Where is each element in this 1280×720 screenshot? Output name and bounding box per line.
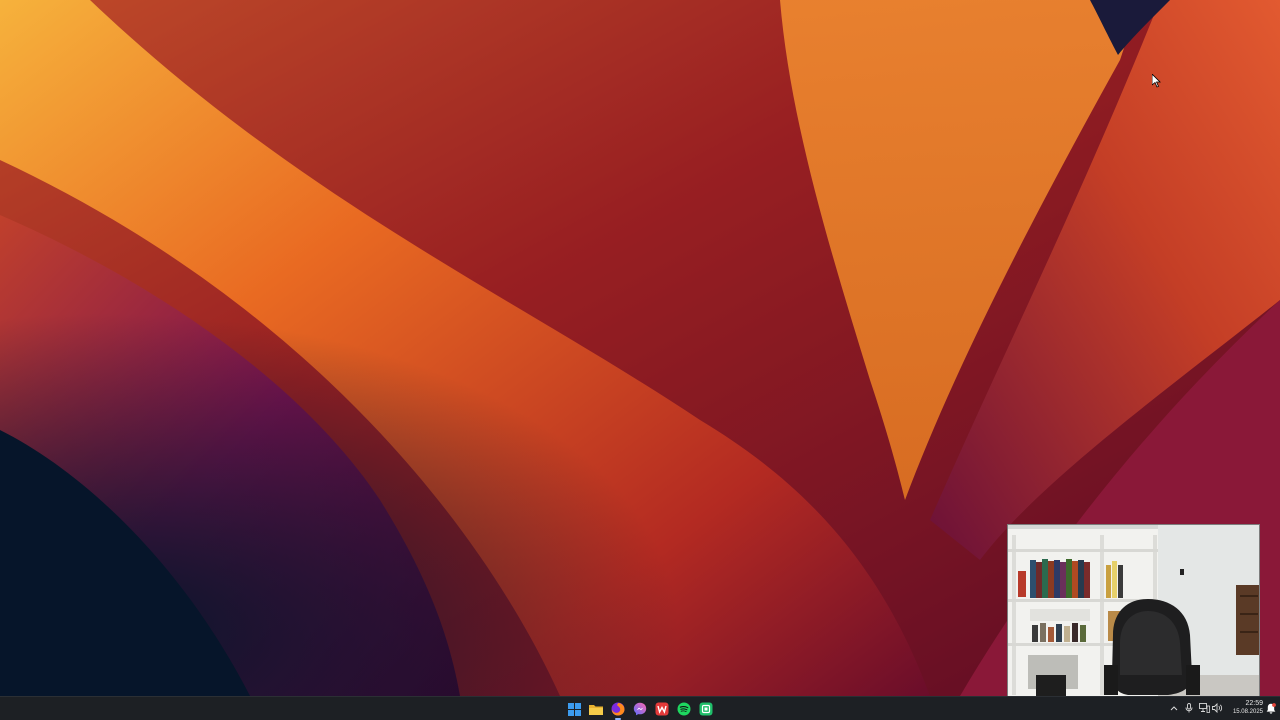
webcam-feed-image (1008, 525, 1259, 696)
start-button[interactable] (565, 700, 583, 718)
firefox-button[interactable] (609, 700, 627, 720)
green-app-button[interactable] (697, 700, 715, 718)
chevron-up-icon (1170, 706, 1178, 711)
firefox-icon (611, 702, 625, 716)
wps-office-button[interactable] (653, 700, 671, 718)
speaker-icon (1211, 703, 1222, 713)
network-button[interactable] (1198, 702, 1210, 714)
mouse-cursor-icon (1152, 74, 1161, 88)
clock-date: 15.08.2025 (1232, 709, 1263, 715)
folder-icon (589, 705, 603, 715)
notification-icon (1266, 702, 1276, 714)
file-explorer-button[interactable] (587, 700, 605, 718)
volume-button[interactable] (1211, 702, 1223, 714)
windows-logo-icon (567, 702, 581, 716)
spotify-icon (677, 702, 691, 716)
clock-time: 22:59 (1245, 700, 1263, 707)
webcam-overlay (1007, 524, 1260, 696)
messenger-button[interactable] (631, 700, 649, 718)
wps-office-icon (655, 702, 669, 716)
taskbar: 22:59 15.08.2025 (0, 696, 1280, 720)
microphone-icon (1185, 703, 1193, 713)
messenger-icon (633, 702, 647, 716)
clock[interactable]: 22:59 15.08.2025 (1227, 699, 1263, 717)
microphone-button[interactable] (1183, 702, 1195, 714)
desktop[interactable] (0, 0, 1280, 696)
spotify-button[interactable] (675, 700, 693, 718)
network-icon (1198, 703, 1210, 713)
show-hidden-icons-button[interactable] (1168, 702, 1180, 714)
green-app-icon (699, 702, 713, 716)
notification-center-button[interactable] (1265, 702, 1277, 714)
